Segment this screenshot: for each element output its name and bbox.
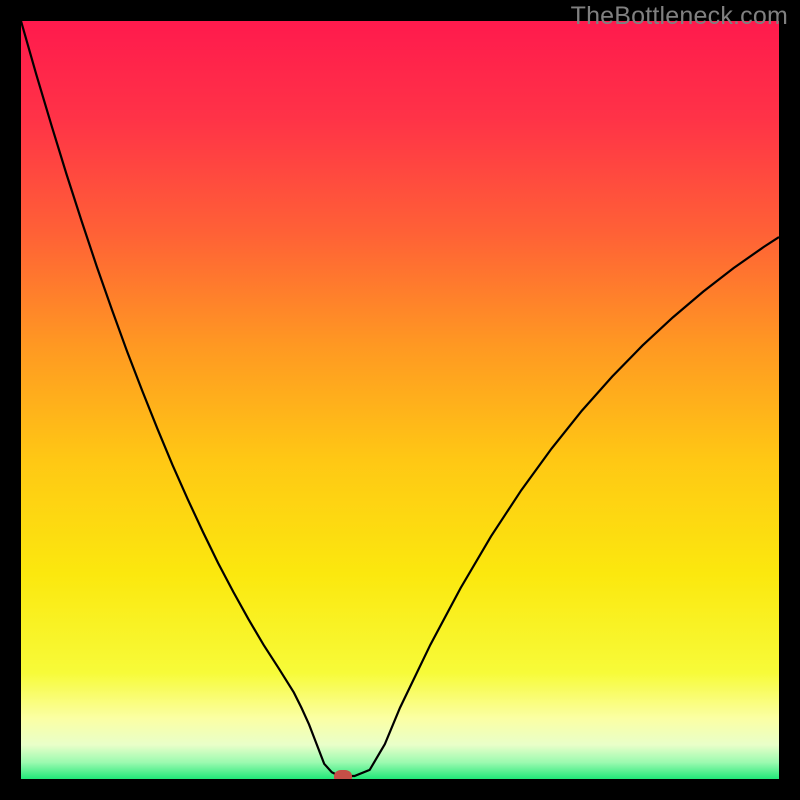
chart-frame: TheBottleneck.com xyxy=(0,0,800,800)
plot-area xyxy=(21,21,779,779)
watermark-text: TheBottleneck.com xyxy=(571,2,788,31)
bottleneck-marker xyxy=(334,770,352,779)
bottleneck-curve xyxy=(21,21,779,779)
